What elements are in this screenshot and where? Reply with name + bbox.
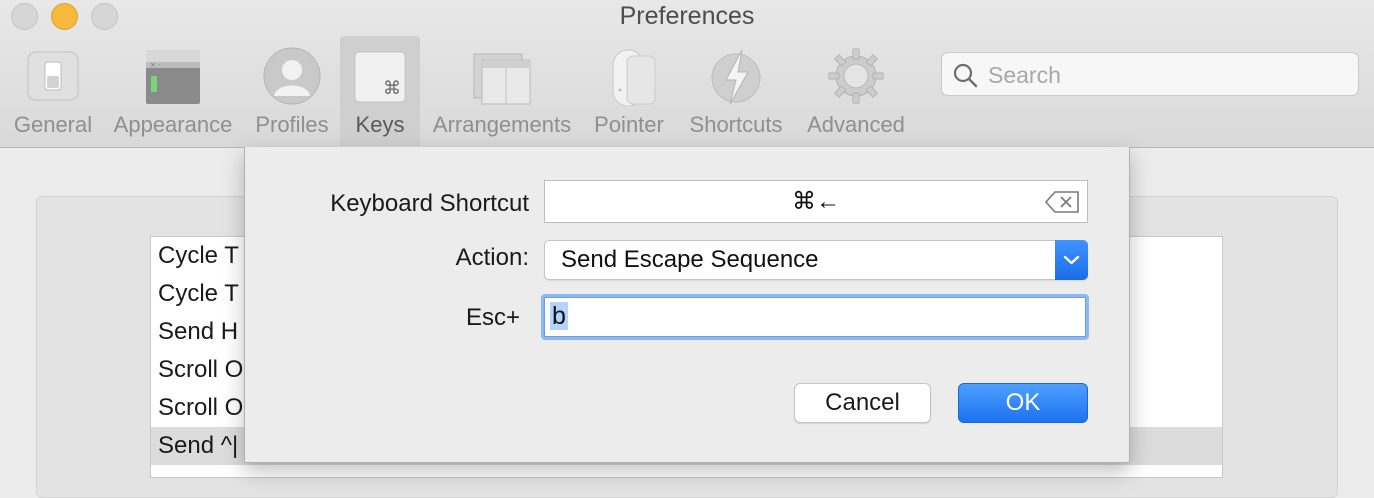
esc-sequence-input[interactable]: b (541, 294, 1089, 340)
tab-arrangements-label: Arrangements (432, 112, 572, 137)
profile-person-icon (263, 47, 321, 105)
search-box[interactable] (941, 52, 1359, 96)
svg-text:× ·: × · (150, 61, 160, 69)
keyboard-shortcut-label: Keyboard Shortcut (330, 190, 529, 217)
cancel-button[interactable]: Cancel (794, 383, 931, 423)
chevron-down-icon (1063, 255, 1080, 265)
tab-profiles-label: Profiles (255, 112, 329, 137)
arrangements-windows-icon (473, 53, 531, 105)
action-dropdown[interactable]: Send Escape Sequence (544, 240, 1088, 280)
tab-arrangements[interactable]: Arrangements (425, 36, 579, 146)
gear-icon (828, 48, 884, 104)
tab-pointer[interactable]: Pointer (588, 36, 670, 146)
svg-text:⌘: ⌘ (383, 78, 401, 99)
esc-label: Esc+ (465, 304, 520, 331)
keyboard-shortcut-value: ⌘← (792, 188, 840, 215)
esc-sequence-value: b (550, 302, 568, 330)
tab-keys-label: Keys (355, 112, 405, 137)
ok-button[interactable]: OK (958, 383, 1088, 423)
tab-appearance-label: Appearance (113, 112, 233, 137)
tab-shortcuts[interactable]: Shortcuts (680, 36, 792, 146)
tab-appearance[interactable]: × · Appearance (108, 36, 238, 146)
general-switch-icon (27, 51, 79, 101)
appearance-window-icon: × · (146, 50, 200, 104)
action-dropdown-value: Send Escape Sequence (561, 246, 819, 273)
clear-shortcut-icon[interactable] (1045, 190, 1081, 214)
keyboard-shortcut-field[interactable]: ⌘← (544, 180, 1088, 223)
mouse-pointer-icon (612, 49, 656, 106)
key-binding-dialog: Keyboard Shortcut ⌘← Action: Send Escape… (244, 147, 1130, 463)
search-icon (953, 63, 978, 88)
tab-profiles[interactable]: Profiles (249, 36, 335, 146)
lightning-bolt-icon (711, 49, 761, 105)
tab-advanced[interactable]: Advanced (800, 36, 912, 146)
window-title: Preferences (619, 2, 755, 30)
tab-general[interactable]: General (7, 36, 99, 146)
tab-keys[interactable]: ⌘ Keys (340, 36, 420, 146)
toolbar: Preferences General × · Appearance Profi… (0, 0, 1374, 148)
dropdown-button[interactable] (1055, 240, 1088, 280)
action-label: Action: (455, 244, 529, 271)
tab-pointer-label: Pointer (594, 112, 664, 137)
tab-advanced-label: Advanced (807, 112, 905, 137)
esc-sequence-focus-ring (544, 297, 1086, 337)
command-key-icon: ⌘ (354, 51, 406, 103)
search-input[interactable] (986, 58, 1350, 92)
tab-shortcuts-label: Shortcuts (689, 112, 783, 137)
tab-general-label: General (13, 112, 93, 137)
